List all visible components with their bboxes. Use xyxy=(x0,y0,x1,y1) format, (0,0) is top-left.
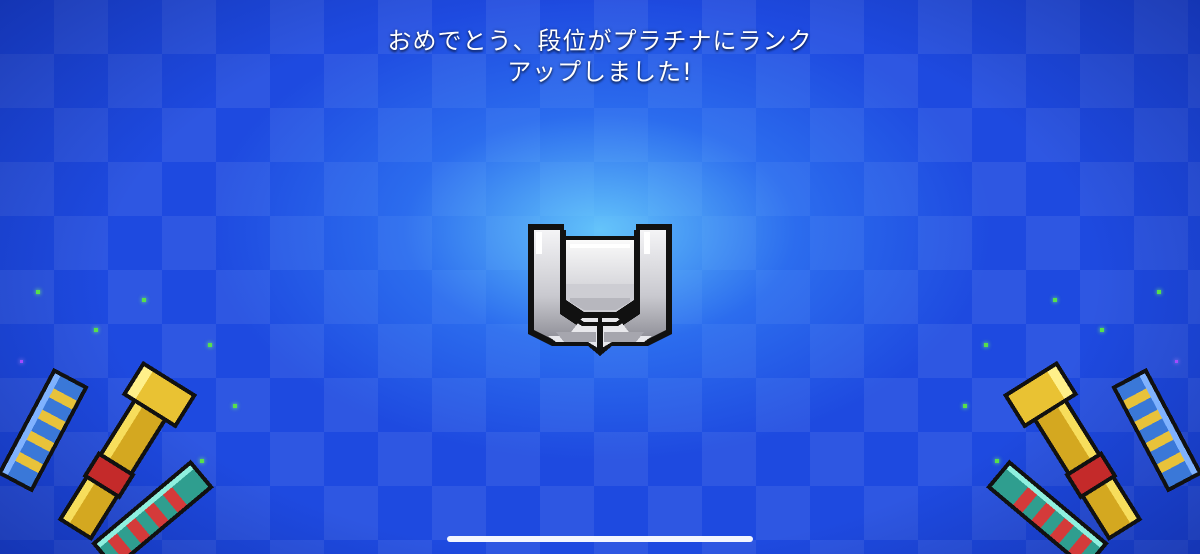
sparkle xyxy=(142,298,146,302)
rank-up-message-line1: おめでとう、段位がプラチナにランク xyxy=(387,27,813,55)
sparkle xyxy=(1053,298,1057,302)
sparkle xyxy=(94,328,98,332)
sparkle xyxy=(233,404,237,408)
sparkle xyxy=(1157,290,1161,294)
platinum-rank-badge-icon xyxy=(528,224,672,356)
sparkle xyxy=(963,404,967,408)
sparkle xyxy=(36,290,40,294)
rank-up-message-line2: アップしました! xyxy=(507,58,693,86)
rank-up-screen[interactable]: おめでとう、段位がプラチナにランク アップしました! xyxy=(0,0,1200,554)
sparkle xyxy=(1100,328,1104,332)
home-indicator[interactable] xyxy=(447,536,753,542)
golden-blaster-icon xyxy=(0,360,214,554)
rank-up-message: おめでとう、段位がプラチナにランク アップしました! xyxy=(300,26,900,88)
golden-blaster-icon xyxy=(986,360,1200,554)
sparkle xyxy=(984,343,988,347)
sparkle xyxy=(208,343,212,347)
